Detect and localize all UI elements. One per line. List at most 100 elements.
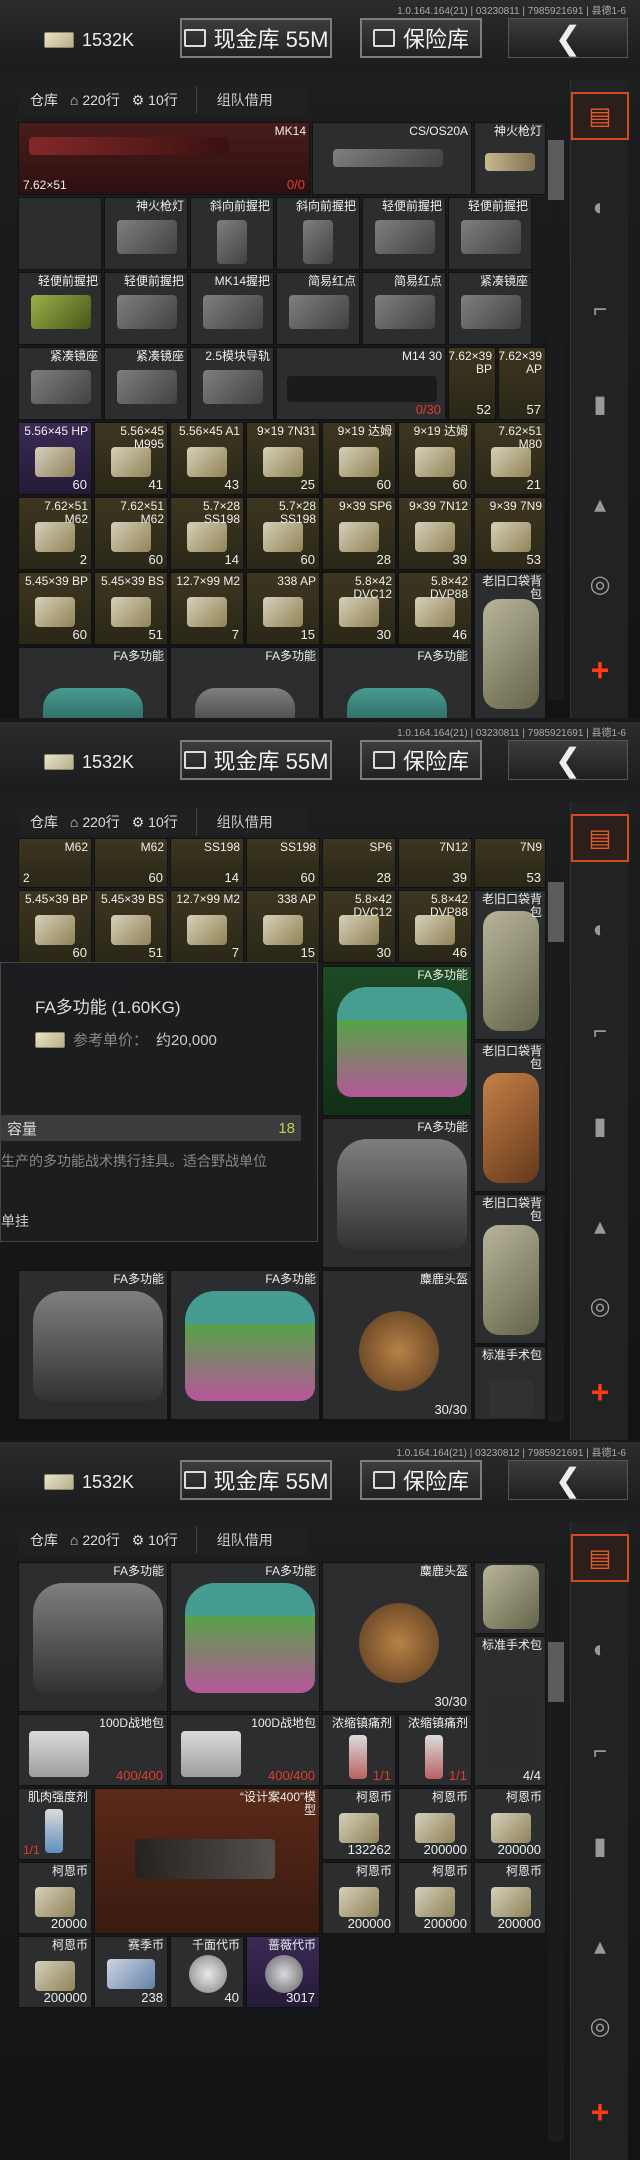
injector-cell[interactable]: 浓缩镇痛剂 1/1 xyxy=(398,1714,472,1786)
coin-cell[interactable]: 柯恩币 132262 xyxy=(322,1788,396,1860)
item-cell[interactable]: 斜向前握把 xyxy=(190,197,274,270)
rifle-icon[interactable]: ⌐ xyxy=(571,1008,629,1056)
coin-cell[interactable]: 柯恩币 200000 xyxy=(474,1788,546,1860)
token-cell[interactable]: 千面代币 40 xyxy=(170,1936,244,2008)
ammo-cell[interactable]: 7.62×51 M62 2 xyxy=(18,497,92,570)
coin-cell[interactable]: 柯恩币 200000 xyxy=(398,1862,472,1934)
injector-cell[interactable]: 浓缩镇痛剂 1/1 xyxy=(322,1714,396,1786)
ammo-cell[interactable]: 5.56×45 M995 41 xyxy=(94,422,168,495)
coin-cell[interactable]: 柯恩币 20000 xyxy=(18,1862,92,1934)
back-button[interactable]: ❮ xyxy=(508,1460,628,1500)
ammo-cell[interactable]: 5.8×42 DVC12 30 xyxy=(322,572,396,645)
bag-cell[interactable]: FA多功能 xyxy=(170,1562,320,1712)
ammo-cell[interactable]: SS198 60 xyxy=(246,838,320,888)
add-icon[interactable]: + xyxy=(571,2088,629,2136)
ammo-cell[interactable]: SS198 14 xyxy=(170,838,244,888)
item-cell[interactable]: 紧凑镜座 xyxy=(448,272,532,345)
injector-cell[interactable]: 肌肉强度剂 1/1 xyxy=(18,1788,92,1860)
backpack-icon[interactable]: ◐ xyxy=(571,906,629,954)
ammo-cell[interactable]: 9×19 7N31 25 xyxy=(246,422,320,495)
ammo-cell[interactable]: 5.56×45 A1 43 xyxy=(170,422,244,495)
item-cell[interactable]: 斜向前握把 xyxy=(276,197,360,270)
scope-icon[interactable]: ◎ xyxy=(571,1282,629,1330)
medkit-cell[interactable]: 标准手术包 4/4 xyxy=(474,1636,546,1786)
ammo-cell[interactable]: 338 AP 15 xyxy=(246,890,320,963)
tab-warehouse[interactable]: 仓库 ⌂ 220行 ⚙ 10行 xyxy=(18,1526,190,1554)
bullet-icon[interactable]: ▴ xyxy=(571,1202,629,1250)
ammo-cell[interactable]: 9×39 7N12 39 xyxy=(398,497,472,570)
coin-cell[interactable]: 柯恩币 200000 xyxy=(18,1936,92,2008)
token-cell[interactable]: 蔷薇代币 3017 xyxy=(246,1936,320,2008)
ammo-cell[interactable]: 9×19 达姆 60 xyxy=(322,422,396,495)
ammo-cell[interactable]: 12.7×99 M2 7 xyxy=(170,890,244,963)
coin-cell[interactable]: 柯恩币 200000 xyxy=(474,1862,546,1934)
bag-cell[interactable]: FA多功能 xyxy=(18,1562,168,1712)
ammo-cell[interactable]: 12.7×99 M2 7 xyxy=(170,572,244,645)
magazine-icon[interactable]: ▮ xyxy=(571,1822,629,1870)
ammo-cell[interactable]: 9×39 SP6 28 xyxy=(322,497,396,570)
backpack-cell[interactable]: 老旧口袋背包 xyxy=(474,572,546,718)
back-button[interactable]: ❮ xyxy=(508,18,628,58)
safe-button[interactable]: 保险库 xyxy=(360,18,482,58)
scope-icon[interactable]: ◎ xyxy=(571,2002,629,2050)
item-cell[interactable]: 简易红点 xyxy=(362,272,446,345)
cash-vault-button[interactable]: 现金库 55M xyxy=(180,1460,332,1500)
cash-vault-button[interactable]: 现金库 55M xyxy=(180,18,332,58)
ammo-cell[interactable]: 5.8×42 DVP88 46 xyxy=(398,572,472,645)
item-cell[interactable]: 轻便前握把 xyxy=(18,272,102,345)
rifle-icon[interactable]: ⌐ xyxy=(571,1728,629,1776)
storage-icon[interactable]: ▤ xyxy=(571,1534,629,1582)
ammo-cell[interactable]: M62 2 xyxy=(18,838,92,888)
backpack-cell[interactable]: 老旧口袋背包 xyxy=(474,890,546,1040)
bag-cell-selected[interactable]: FA多功能 xyxy=(322,966,472,1116)
ammo-cell[interactable]: 7N9 53 xyxy=(474,838,546,888)
ammo-cell[interactable]: 5.45×39 BP 60 xyxy=(18,572,92,645)
backpack-cell[interactable] xyxy=(474,1562,546,1634)
item-cell[interactable]: 神火枪灯 xyxy=(104,197,188,270)
item-cell[interactable]: 轻便前握把 xyxy=(448,197,532,270)
bag-cell[interactable]: FA多功能 xyxy=(322,1118,472,1268)
scroll-thumb[interactable] xyxy=(548,882,564,942)
flashlight-cell[interactable]: 神火枪灯 xyxy=(474,122,546,195)
ammo-cell[interactable]: 5.45×39 BS 51 xyxy=(94,890,168,963)
backpack-cell[interactable]: 老旧口袋背包 xyxy=(474,1042,546,1192)
item-cell[interactable]: 轻便前握把 xyxy=(104,272,188,345)
ammo-cell[interactable]: 5.8×42 DVP88 46 xyxy=(398,890,472,963)
tab-warehouse[interactable]: 仓库 ⌂ 220行 ⚙ 10行 xyxy=(18,86,190,114)
season-coin-cell[interactable]: 赛季币 238 xyxy=(94,1936,168,2008)
ammo-cell[interactable]: 7.62×39 BP 52 xyxy=(448,347,496,420)
cash-vault-button[interactable]: 现金库 55M xyxy=(180,740,332,780)
backpack-icon[interactable]: ◐ xyxy=(571,184,629,232)
item-cell[interactable]: 紧凑镜座 xyxy=(18,347,102,420)
coin-cell[interactable]: 柯恩币 200000 xyxy=(398,1788,472,1860)
scroll-thumb[interactable] xyxy=(548,140,564,200)
ammo-cell[interactable]: 7.62×51 M80 21 xyxy=(474,422,546,495)
add-icon[interactable]: + xyxy=(571,646,629,694)
ammo-cell[interactable]: 9×19 达姆 60 xyxy=(398,422,472,495)
tab-warehouse[interactable]: 仓库 ⌂ 220行 ⚙ 10行 xyxy=(18,808,190,836)
backpack-icon[interactable]: ◐ xyxy=(571,1626,629,1674)
item-cell[interactable]: 紧凑镜座 xyxy=(104,347,188,420)
item-cell[interactable]: 轻便前握把 xyxy=(362,197,446,270)
add-icon[interactable]: + xyxy=(571,1368,629,1416)
safe-button[interactable]: 保险库 xyxy=(360,1460,482,1500)
fieldkit-cell[interactable]: 100D战地包 400/400 xyxy=(18,1714,168,1786)
scrollbar[interactable] xyxy=(548,862,564,1422)
helmet-cell[interactable]: 麋鹿头盔 30/30 xyxy=(322,1270,472,1420)
bullet-icon[interactable]: ▴ xyxy=(571,480,629,528)
ammo-cell[interactable]: 9×39 7N9 53 xyxy=(474,497,546,570)
magazine-icon[interactable]: ▮ xyxy=(571,1102,629,1150)
model-cell[interactable]: “设计案400”模型 xyxy=(94,1788,320,1934)
ammo-cell[interactable]: M62 60 xyxy=(94,838,168,888)
item-cell[interactable]: 2.5模块导轨 xyxy=(190,347,274,420)
tab-team-borrow[interactable]: 组队借用 xyxy=(195,808,293,836)
ammo-cell[interactable]: SP6 28 xyxy=(322,838,396,888)
safe-button[interactable]: 保险库 xyxy=(360,740,482,780)
item-cell[interactable]: FA多功能 xyxy=(18,647,168,718)
item-cell[interactable]: MK14握把 xyxy=(190,272,274,345)
scrollbar[interactable] xyxy=(548,1582,564,2142)
magazine-icon[interactable]: ▮ xyxy=(571,380,629,428)
medkit-cell[interactable]: 标准手术包 xyxy=(474,1346,546,1420)
fieldkit-cell[interactable]: 100D战地包 400/400 xyxy=(170,1714,320,1786)
item-cell[interactable]: 简易红点 xyxy=(276,272,360,345)
